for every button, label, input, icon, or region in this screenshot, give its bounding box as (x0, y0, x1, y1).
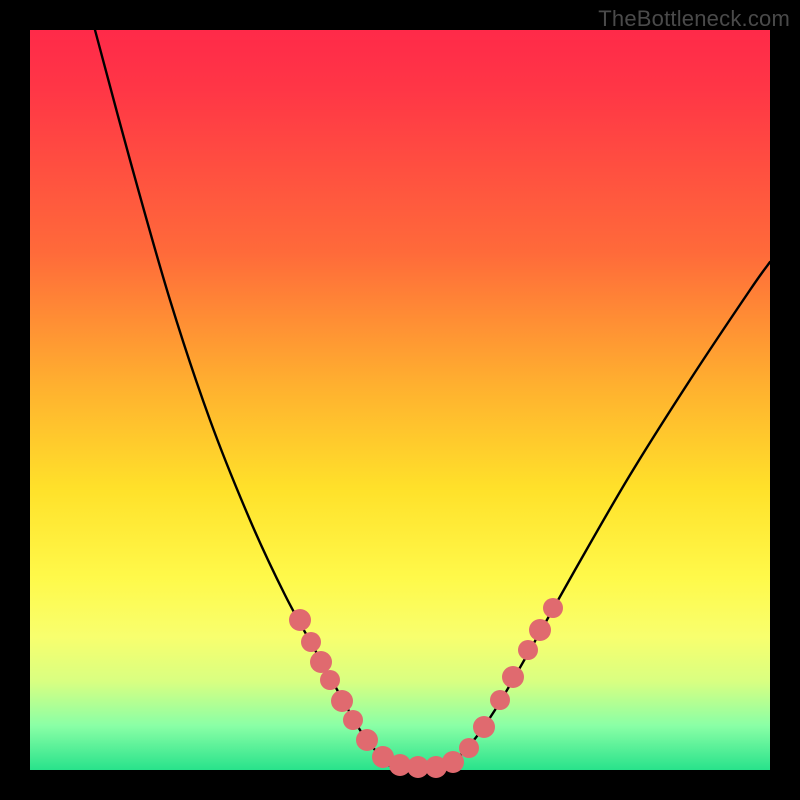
curve-marker (529, 619, 551, 641)
curve-marker (289, 609, 311, 631)
curve-marker (356, 729, 378, 751)
curve-marker (442, 751, 464, 773)
curve-marker (459, 738, 479, 758)
plot-area (30, 30, 770, 770)
bottleneck-curve (95, 30, 770, 768)
curve-marker (320, 670, 340, 690)
watermark-text: TheBottleneck.com (598, 6, 790, 32)
curve-marker (518, 640, 538, 660)
curve-marker (310, 651, 332, 673)
curve-markers (289, 598, 563, 778)
curve-marker (490, 690, 510, 710)
curve-svg (30, 30, 770, 770)
chart-frame: TheBottleneck.com (0, 0, 800, 800)
curve-marker (331, 690, 353, 712)
curve-marker (301, 632, 321, 652)
curve-marker (343, 710, 363, 730)
curve-marker (502, 666, 524, 688)
curve-marker (543, 598, 563, 618)
curve-marker (473, 716, 495, 738)
